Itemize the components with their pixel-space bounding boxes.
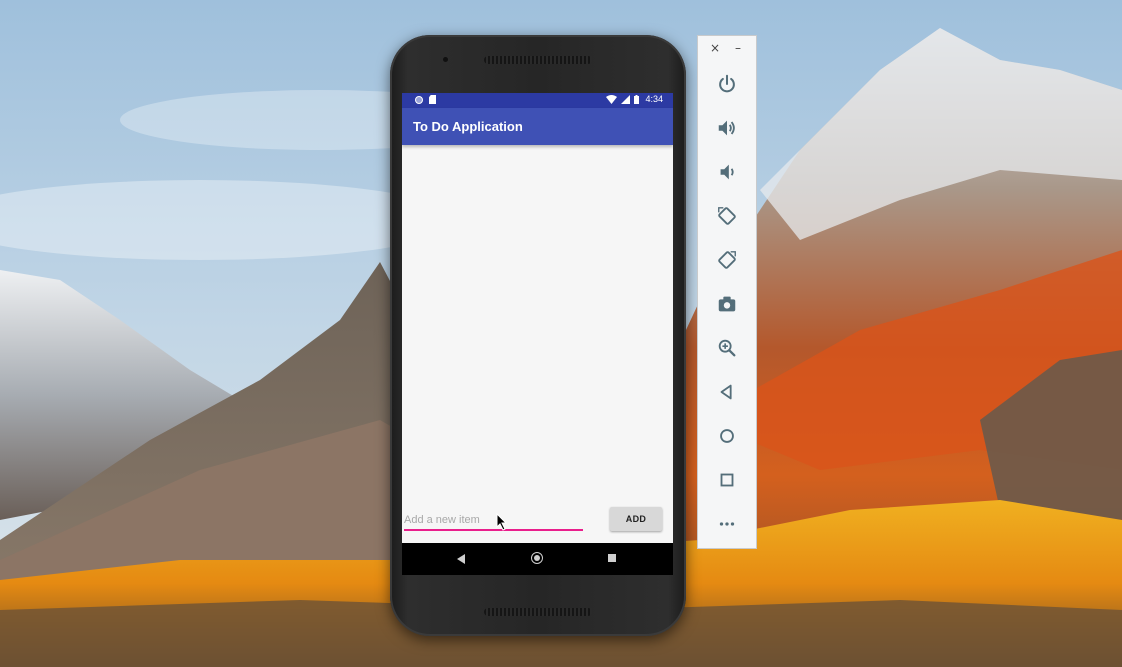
front-camera [443, 57, 448, 62]
status-time: 4:34 [645, 94, 663, 104]
minimize-window-icon[interactable]: – [735, 42, 741, 54]
rotate-right-icon [718, 251, 736, 269]
power-button[interactable] [715, 72, 739, 96]
screenshot-button[interactable] [715, 292, 739, 316]
app-title: To Do Application [413, 119, 523, 134]
volume-up-icon [718, 120, 735, 136]
power-icon [719, 74, 735, 93]
android-navigation-bar [402, 543, 673, 575]
new-item-field[interactable] [404, 508, 583, 531]
wifi-icon [606, 94, 618, 104]
emulator-back-button[interactable] [715, 380, 739, 404]
emulator-home-button[interactable] [715, 424, 739, 448]
rotate-left-button[interactable] [715, 204, 739, 228]
emulator-overview-button[interactable] [715, 468, 739, 492]
emulator-phone-frame: 4:34 To Do Application ADD [390, 35, 686, 636]
recents-icon[interactable] [608, 554, 616, 562]
back-icon[interactable] [457, 554, 465, 564]
battery-icon [634, 94, 640, 104]
bottom-speaker [484, 608, 592, 616]
status-bar: 4:34 [402, 93, 673, 108]
zoom-button[interactable] [715, 336, 739, 360]
earpiece-speaker [484, 56, 592, 64]
volume-down-icon [720, 164, 734, 180]
zoom-icon [718, 339, 736, 357]
signal-icon [621, 94, 631, 104]
volume-down-button[interactable] [715, 160, 739, 184]
rotate-right-button[interactable] [715, 248, 739, 272]
volume-up-button[interactable] [715, 116, 739, 140]
more-icon [719, 522, 735, 526]
todo-list[interactable] [402, 145, 673, 503]
overview-icon [720, 473, 734, 487]
app-toolbar: To Do Application [402, 108, 673, 145]
new-item-input[interactable] [404, 510, 583, 530]
back-icon [720, 384, 732, 400]
emulator-toolbar: × – [697, 35, 757, 549]
notification-dot-icon [415, 95, 423, 104]
home-icon [720, 429, 734, 443]
more-options-button[interactable] [715, 512, 739, 536]
sd-card-icon [429, 95, 436, 104]
mouse-cursor-icon [496, 513, 508, 531]
rotate-left-icon [718, 207, 736, 225]
camera-icon [718, 296, 736, 312]
device-screen[interactable]: 4:34 To Do Application ADD [402, 93, 673, 575]
add-button[interactable]: ADD [610, 507, 662, 531]
home-icon[interactable] [531, 552, 543, 564]
close-window-icon[interactable]: × [710, 42, 720, 54]
